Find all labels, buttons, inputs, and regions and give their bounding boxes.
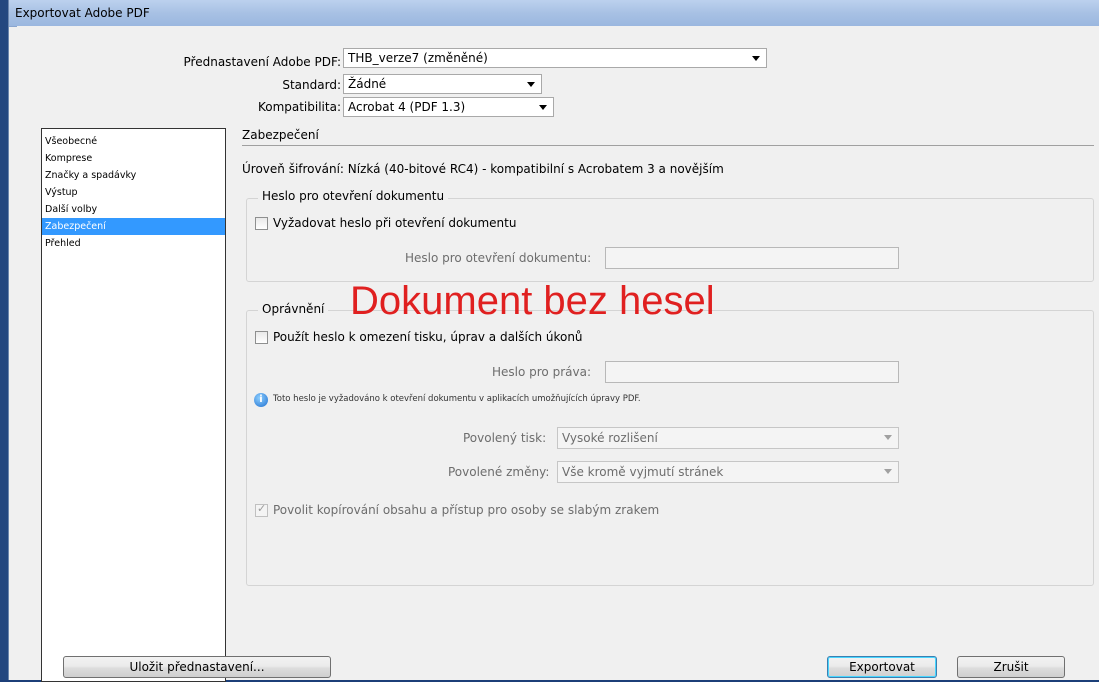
title-bar[interactable]: Exportovat Adobe PDF — [9, 0, 1099, 27]
permissions-password-input[interactable] — [605, 361, 899, 383]
permissions-password-label: Heslo pro práva: — [492, 365, 591, 379]
sidebar-item[interactable]: Všeobecné — [42, 133, 225, 150]
allowed-changes-label: Povolené změny: — [448, 465, 550, 479]
save-preset-button[interactable]: Uložit přednastavení... — [63, 656, 331, 678]
sidebar-item[interactable]: Výstup — [42, 184, 225, 201]
chevron-down-icon — [527, 82, 535, 87]
standard-value: Žádné — [348, 77, 387, 91]
allowed-printing-value: Vysoké rozlišení — [562, 431, 658, 445]
compatibility-value: Acrobat 4 (PDF 1.3) — [348, 100, 466, 114]
compatibility-label: Kompatibilita: — [257, 100, 341, 114]
sidebar-item[interactable]: Další volby — [42, 201, 225, 218]
sidebar-item[interactable]: Značky a spadávky — [42, 167, 225, 184]
allow-copy-label: Povolit kopírování obsahu a přístup pro … — [273, 503, 660, 517]
info-note: Toto heslo je vyžadováno k otevření doku… — [273, 394, 641, 404]
open-password-input[interactable] — [605, 247, 899, 269]
open-password-field-label: Heslo pro otevření dokumentu: — [405, 251, 592, 265]
allowed-printing-select[interactable]: Vysoké rozlišení — [557, 427, 899, 449]
restrict-permissions-label: Použít heslo k omezení tisku, úprav a da… — [273, 330, 583, 344]
chevron-down-icon — [539, 105, 547, 110]
category-items: Všeobecné Komprese Značky a spadávky Výstup… — [42, 133, 225, 252]
chevron-down-icon — [752, 56, 760, 61]
require-open-password-label: Vyžadovat heslo při otevření dokumentu — [273, 216, 517, 230]
standard-select[interactable]: Žádné — [343, 74, 542, 94]
chevron-down-icon — [884, 435, 892, 440]
info-icon: i — [254, 393, 268, 407]
window-title: Exportovat Adobe PDF — [15, 6, 150, 20]
sidebar-item[interactable]: Komprese — [42, 150, 225, 167]
category-list: Všeobecné Komprese Značky a spadávky Výstup… — [41, 128, 226, 682]
standard-label: Standard: — [282, 78, 341, 92]
export-pdf-dialog: Exportovat Adobe PDF Přednastavení Adobe… — [8, 0, 1099, 682]
export-button[interactable]: Exportovat — [827, 656, 937, 678]
allowed-printing-label: Povolený tisk: — [463, 431, 547, 445]
checkmark-icon: ✓ — [257, 502, 267, 515]
section-title: Zabezpečení — [242, 128, 319, 142]
preset-select[interactable]: THB_verze7 (změněné) — [343, 48, 767, 68]
permissions-group-title: Oprávnění — [258, 302, 329, 316]
open-password-group-title: Heslo pro otevření dokumentu — [258, 189, 449, 203]
allowed-changes-value: Vše kromě vyjmutí stránek — [562, 465, 724, 479]
dialog-client-area: Přednastavení Adobe PDF: THB_verze7 (změ… — [17, 26, 1099, 682]
overlay-annotation: Dokument bez hesel — [350, 279, 715, 323]
sidebar-item[interactable]: Zabezpečení — [42, 218, 225, 235]
require-open-password-checkbox[interactable] — [255, 217, 268, 230]
restrict-permissions-checkbox[interactable] — [255, 331, 268, 344]
cancel-button[interactable]: Zrušit — [957, 656, 1065, 678]
compatibility-select[interactable]: Acrobat 4 (PDF 1.3) — [343, 97, 554, 117]
allowed-changes-select[interactable]: Vše kromě vyjmutí stránek — [557, 461, 899, 483]
open-password-group — [246, 198, 1094, 282]
preset-label: Přednastavení Adobe PDF: — [183, 55, 341, 69]
encryption-level-text: Úroveň šifrování: Nízká (40-bitové RC4) … — [242, 162, 724, 176]
section-divider — [242, 145, 1094, 146]
sidebar-item[interactable]: Přehled — [42, 235, 225, 252]
allow-copy-checkbox[interactable]: ✓ — [255, 502, 268, 517]
preset-value: THB_verze7 (změněné) — [348, 51, 488, 65]
chevron-down-icon — [884, 469, 892, 474]
